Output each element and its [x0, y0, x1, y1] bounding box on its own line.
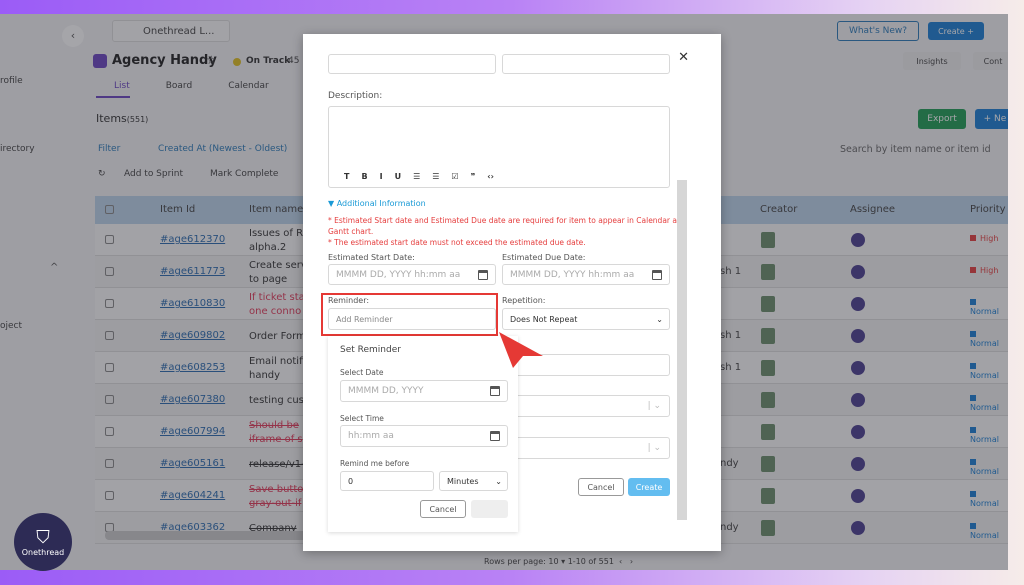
- select-time-label: Select Time: [340, 414, 384, 423]
- repetition-select[interactable]: Does Not Repeat ⌄: [502, 308, 670, 330]
- reminder-date-input[interactable]: MMMM DD, YYYY: [340, 380, 508, 402]
- field-select[interactable]: | ⌄: [502, 437, 670, 459]
- note-date-order: * The estimated start date must not exce…: [328, 238, 586, 247]
- repetition-value: Does Not Repeat: [510, 314, 578, 324]
- repetition-label: Repetition:: [502, 296, 546, 305]
- remind-before-input[interactable]: 0: [340, 471, 434, 491]
- editor-toolbar: T B I U ☰ ☰ ☑ ❞ ‹›: [336, 172, 494, 181]
- onethread-logo: ⛉ Onethread: [14, 513, 72, 571]
- calendar-icon[interactable]: [652, 269, 662, 280]
- description-label: Description:: [328, 91, 383, 101]
- logo-text: Onethread: [21, 548, 65, 557]
- start-date-label: Estimated Start Date:: [328, 253, 415, 262]
- toolbar-code-icon[interactable]: ‹›: [487, 172, 494, 181]
- pointer-arrow-icon: [499, 332, 543, 368]
- reminder-label: Reminder:: [328, 296, 370, 305]
- chevron-down-icon: ⌄: [495, 476, 502, 486]
- note-required-dates: * Estimated Start date and Estimated Due…: [328, 216, 687, 225]
- reminder-input[interactable]: Add Reminder: [328, 308, 496, 330]
- clock-icon[interactable]: [490, 431, 500, 441]
- date-placeholder: MMMM DD, YYYY: [348, 386, 424, 396]
- start-date-placeholder: MMMM DD, YYYY hh:mm aa: [336, 269, 461, 280]
- toolbar-ul-icon[interactable]: ☰: [432, 172, 439, 181]
- chevron-down-icon: ⌄: [656, 314, 663, 324]
- create-item-modal: ✕ Description: T B I U ☰ ☰ ☑ ❞ ‹› ▼ Additional I…: [303, 34, 721, 551]
- select-date-label: Select Date: [340, 368, 384, 377]
- description-editor[interactable]: T B I U ☰ ☰ ☑ ❞ ‹›: [328, 106, 670, 188]
- toolbar-B-icon[interactable]: B: [361, 172, 367, 181]
- toolbar-T-icon[interactable]: T: [344, 172, 349, 181]
- due-date-label: Estimated Due Date:: [502, 253, 586, 262]
- reminder-time-input[interactable]: hh:mm aa: [340, 425, 508, 447]
- cancel-button[interactable]: Cancel: [578, 478, 624, 496]
- popup-cancel-button[interactable]: Cancel: [420, 500, 466, 518]
- toolbar-quote-icon[interactable]: ❞: [471, 172, 476, 181]
- remind-unit-select[interactable]: Minutes ⌄: [439, 471, 508, 491]
- modal-scrollbar[interactable]: [677, 180, 687, 520]
- additional-info-label: Additional Information: [336, 199, 426, 208]
- note-required-dates-cont: Gantt chart.: [328, 227, 374, 236]
- popup-title: Set Reminder: [340, 345, 401, 355]
- due-date-input[interactable]: MMMM DD, YYYY hh:mm aa: [502, 264, 670, 285]
- close-icon[interactable]: ✕: [678, 50, 689, 65]
- toolbar-I-icon[interactable]: I: [380, 172, 383, 181]
- unit-value: Minutes: [447, 476, 479, 486]
- calendar-icon[interactable]: [490, 386, 500, 396]
- start-date-input[interactable]: MMMM DD, YYYY hh:mm aa: [328, 264, 496, 285]
- type-select[interactable]: [502, 54, 670, 74]
- create-submit-button[interactable]: Create: [628, 478, 670, 496]
- calendar-icon[interactable]: [478, 269, 488, 280]
- field-select[interactable]: | ⌄: [502, 395, 670, 417]
- remind-before-label: Remind me before: [340, 459, 410, 468]
- time-placeholder: hh:mm aa: [348, 431, 394, 441]
- status-select[interactable]: [328, 54, 496, 74]
- set-reminder-popup: Set Reminder Select Date MMMM DD, YYYY S…: [328, 336, 518, 532]
- due-date-placeholder: MMMM DD, YYYY hh:mm aa: [510, 269, 635, 280]
- toolbar-U-icon[interactable]: U: [395, 172, 402, 181]
- additional-info-toggle[interactable]: ▼ Additional Information: [328, 199, 426, 208]
- popup-save-button[interactable]: Save: [471, 500, 508, 518]
- toolbar-check-icon[interactable]: ☑: [451, 172, 458, 181]
- toolbar-ol-icon[interactable]: ☰: [413, 172, 420, 181]
